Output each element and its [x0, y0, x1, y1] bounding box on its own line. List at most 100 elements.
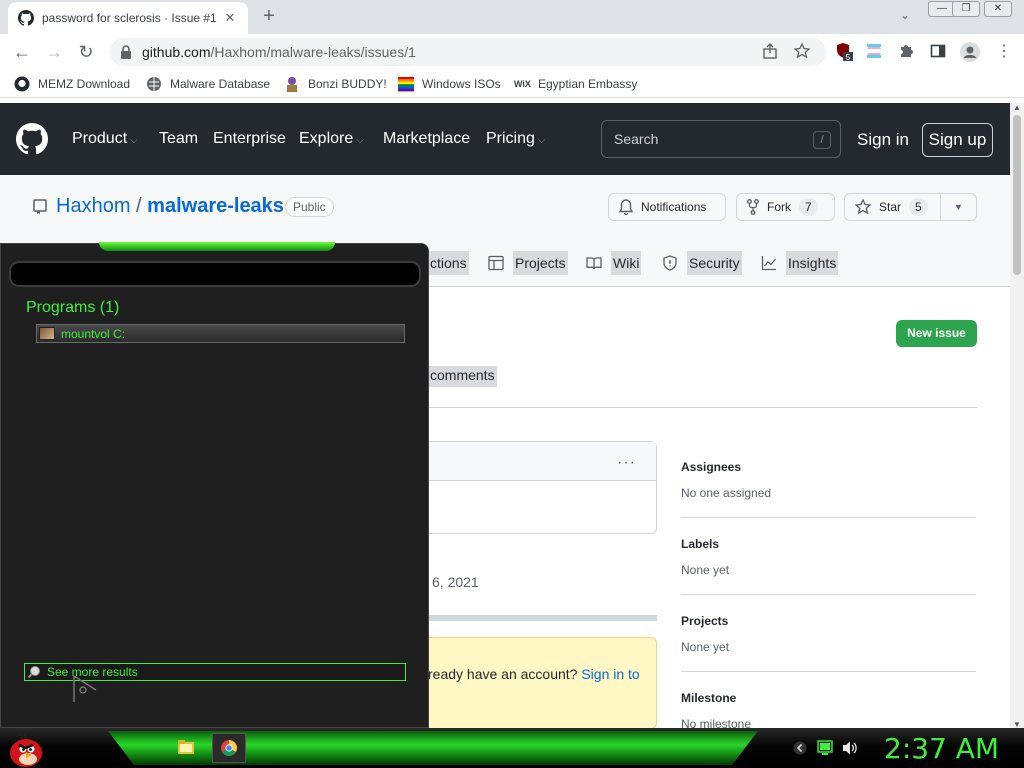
issue-comment: ···: [428, 441, 657, 534]
sign-up-button[interactable]: Sign up: [922, 123, 993, 157]
pride-flag-extension-icon[interactable]: [866, 43, 884, 61]
divider: [681, 517, 976, 518]
tab-actions[interactable]: ctions: [428, 248, 469, 278]
nav-product[interactable]: Product ⌵: [72, 130, 138, 148]
bookmark-item[interactable]: Bonzi BUDDY!: [284, 76, 387, 92]
star-dropdown-button[interactable]: ▼: [940, 193, 977, 221]
timeline-date: 6, 2021: [432, 574, 479, 590]
repo-breadcrumb: Haxhom / malware-leaks: [56, 195, 284, 217]
fork-icon: [747, 199, 759, 215]
bookmark-item[interactable]: WiX Egyptian Embassy: [514, 76, 637, 92]
start-menu-glow: [99, 242, 335, 251]
taskbar: 2:37 AM: [0, 728, 1024, 768]
new-issue-button[interactable]: New issue: [896, 320, 977, 347]
bookmark-star-icon[interactable]: [794, 43, 812, 61]
programs-heading: Programs (1): [26, 299, 120, 316]
close-window-button[interactable]: ✕: [984, 1, 1012, 17]
chevron-down-icon: ⌵: [356, 135, 364, 146]
star-count: 5: [909, 198, 928, 216]
sign-in-to-comment-link[interactable]: Sign in to: [581, 666, 639, 682]
github-favicon-icon: [18, 10, 34, 26]
tab-insights[interactable]: Insights: [761, 248, 839, 278]
chrome-taskbar-icon[interactable]: [212, 733, 246, 763]
nav-marketplace[interactable]: Marketplace: [383, 130, 470, 148]
back-arrow-icon[interactable]: ←: [11, 41, 33, 63]
repo-name-link[interactable]: malware-leaks: [147, 195, 284, 217]
comments-count-text: comments: [428, 366, 497, 387]
tab-security[interactable]: Security: [662, 248, 742, 278]
tab-close-icon[interactable]: ✕: [222, 10, 238, 26]
chevron-down-icon: ⌵: [130, 135, 138, 146]
system-tray: [785, 728, 875, 768]
scroll-up-arrow-icon[interactable]: ▲: [1013, 103, 1021, 112]
lock-icon: [120, 45, 132, 59]
browser-tab[interactable]: password for sclerosis · Issue #1 ✕: [8, 2, 248, 34]
reload-icon[interactable]: ↻: [75, 41, 97, 63]
globe-icon: [146, 76, 162, 92]
nav-enterprise[interactable]: Enterprise: [213, 130, 286, 148]
taskbar-clock[interactable]: 2:37 AM: [884, 732, 999, 765]
search-result-item[interactable]: mountvol C:: [36, 324, 405, 343]
tab-wiki[interactable]: Wiki: [586, 248, 642, 278]
comment-options-kebab-icon[interactable]: ···: [617, 454, 636, 472]
divider: [681, 671, 976, 672]
profile-avatar-icon[interactable]: [960, 42, 980, 62]
share-icon[interactable]: [762, 43, 780, 61]
chevron-down-icon: ⌵: [537, 135, 546, 146]
start-menu: Programs (1) mountvol C: See more result…: [0, 242, 429, 728]
fork-button[interactable]: Fork 7: [736, 193, 835, 221]
sidebar-assignees-value: No one assigned: [681, 486, 772, 500]
sidebar-labels-value: None yet: [681, 563, 730, 577]
forward-arrow-icon[interactable]: →: [43, 41, 65, 63]
sign-in-link[interactable]: Sign in: [857, 130, 909, 150]
maximize-button[interactable]: ❐: [952, 1, 980, 17]
visibility-badge: Public: [285, 197, 334, 217]
program-icon: [39, 327, 55, 340]
repo-owner-link[interactable]: Haxhom: [56, 195, 130, 217]
bookmarks-bar: MEMZ Download Malware Database Bonzi BUD…: [0, 70, 1024, 98]
timeline-divider: [428, 615, 657, 621]
graph-icon: [761, 255, 777, 271]
new-tab-button[interactable]: +: [258, 6, 280, 28]
ublock-extension-icon[interactable]: 5: [835, 42, 853, 62]
bookmark-item[interactable]: Windows ISOs: [398, 76, 501, 92]
bookmark-item[interactable]: MEMZ Download: [14, 76, 130, 92]
bell-icon: [619, 199, 633, 215]
side-panel-icon[interactable]: [930, 43, 948, 61]
sidebar-milestone-heading[interactable]: Milestone: [681, 691, 736, 705]
tab-projects[interactable]: Projects: [488, 248, 568, 278]
sidebar-assignees-heading[interactable]: Assignees: [681, 460, 741, 474]
taskbar-green-band: [108, 731, 758, 765]
svg-text:5: 5: [846, 53, 851, 62]
extensions-puzzle-icon[interactable]: [898, 43, 916, 61]
file-explorer-folder-icon[interactable]: [168, 733, 202, 763]
github-icon: [14, 76, 30, 92]
start-button-angry-bird-icon[interactable]: [4, 728, 48, 768]
book-icon: [586, 255, 602, 271]
network-monitor-icon[interactable]: [817, 740, 833, 756]
notifications-button[interactable]: Notifications: [608, 193, 726, 221]
start-menu-search-input[interactable]: [9, 261, 421, 287]
github-logo-icon[interactable]: [16, 123, 48, 155]
github-search-input[interactable]: Search /: [601, 120, 841, 158]
nav-explore[interactable]: Explore ⌵: [299, 130, 364, 148]
nav-team[interactable]: Team: [159, 130, 198, 148]
bookmark-item[interactable]: Malware Database: [146, 76, 270, 92]
star-button[interactable]: Star 5: [844, 193, 941, 221]
wix-icon: WiX: [514, 79, 531, 89]
repo-icon: [33, 199, 47, 215]
scrollbar-thumb[interactable]: [1013, 115, 1021, 275]
page-scrollbar[interactable]: ▲ ▼: [1010, 103, 1024, 729]
nav-pricing[interactable]: Pricing ⌵: [486, 130, 546, 148]
show-hidden-icons-chevron-icon[interactable]: [793, 741, 807, 755]
tab-search-chevron-icon[interactable]: ⌄: [896, 8, 914, 26]
sidebar-labels-heading[interactable]: Labels: [681, 537, 719, 551]
caret-down-icon: ▼: [954, 202, 963, 212]
chrome-menu-icon[interactable]: ⋮: [996, 41, 1014, 60]
address-bar[interactable]: github.com/Haxhom/malware-leaks/issues/1: [110, 38, 826, 66]
browser-toolbar: ← → ↻ github.com/Haxhom/malware-leaks/is…: [0, 34, 1024, 70]
divider: [681, 594, 976, 595]
github-header: Product ⌵ Team Enterprise Explore ⌵ Market…: [0, 103, 1010, 175]
sidebar-projects-heading[interactable]: Projects: [681, 614, 728, 628]
volume-speaker-icon[interactable]: [841, 740, 859, 756]
